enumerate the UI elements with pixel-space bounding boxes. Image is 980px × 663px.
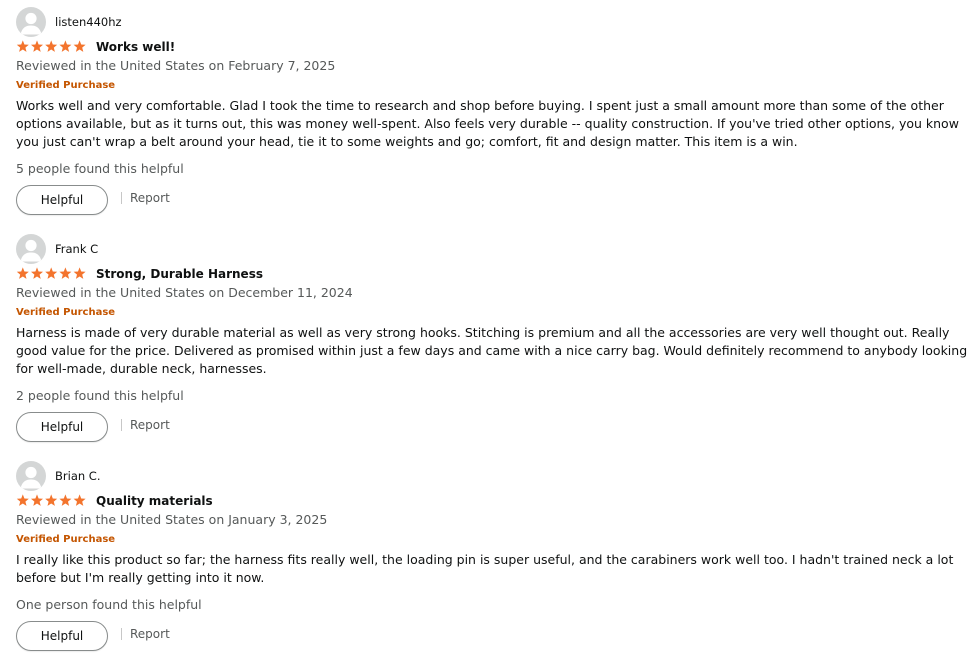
reviewer-name[interactable]: Brian C. xyxy=(55,469,101,483)
five-stars-icon xyxy=(16,267,86,279)
divider xyxy=(121,628,122,640)
review-body: I really like this product so far; the h… xyxy=(16,552,954,585)
review-body: Harness is made of very durable material… xyxy=(16,325,968,376)
star-rating[interactable] xyxy=(16,492,88,509)
verified-purchase-badge[interactable]: Verified Purchase xyxy=(16,80,115,91)
helpful-button[interactable]: Helpful xyxy=(16,621,108,651)
review-actions: Helpful Report xyxy=(16,185,170,215)
reviewer-name[interactable]: listen440hz xyxy=(55,15,122,29)
star-rating[interactable] xyxy=(16,38,88,55)
reviewer-name[interactable]: Frank C xyxy=(55,242,98,256)
review-title[interactable]: Strong, Durable Harness xyxy=(96,267,263,281)
helpful-count: 2 people found this helpful xyxy=(16,388,184,403)
star-rating[interactable] xyxy=(16,265,88,282)
reviewer-profile[interactable]: Frank C xyxy=(16,234,98,264)
reviewer-profile[interactable]: Brian C. xyxy=(16,461,101,491)
report-link[interactable]: Report xyxy=(130,418,170,432)
avatar-icon xyxy=(16,7,46,37)
review-actions: Helpful Report xyxy=(16,621,170,651)
review-title-row: Quality materials xyxy=(16,492,213,509)
review-body: Works well and very comfortable. Glad I … xyxy=(16,98,959,149)
divider xyxy=(121,419,122,431)
reviewer-profile[interactable]: listen440hz xyxy=(16,7,122,37)
review-date: Reviewed in the United States on Decembe… xyxy=(16,285,353,300)
verified-purchase-badge[interactable]: Verified Purchase xyxy=(16,307,115,318)
review-title-row: Works well! xyxy=(16,38,175,55)
five-stars-icon xyxy=(16,40,86,52)
five-stars-icon xyxy=(16,494,86,506)
helpful-count: 5 people found this helpful xyxy=(16,161,184,176)
review-date: Reviewed in the United States on Februar… xyxy=(16,58,336,73)
helpful-count: One person found this helpful xyxy=(16,597,202,612)
divider xyxy=(121,192,122,204)
avatar-icon xyxy=(16,234,46,264)
avatar-icon xyxy=(16,461,46,491)
helpful-button[interactable]: Helpful xyxy=(16,412,108,442)
review-title[interactable]: Quality materials xyxy=(96,494,213,508)
review-title[interactable]: Works well! xyxy=(96,40,175,54)
report-link[interactable]: Report xyxy=(130,627,170,641)
review-title-row: Strong, Durable Harness xyxy=(16,265,263,282)
report-link[interactable]: Report xyxy=(130,191,170,205)
review-date: Reviewed in the United States on January… xyxy=(16,512,328,527)
helpful-button[interactable]: Helpful xyxy=(16,185,108,215)
review-actions: Helpful Report xyxy=(16,412,170,442)
verified-purchase-badge[interactable]: Verified Purchase xyxy=(16,534,115,545)
